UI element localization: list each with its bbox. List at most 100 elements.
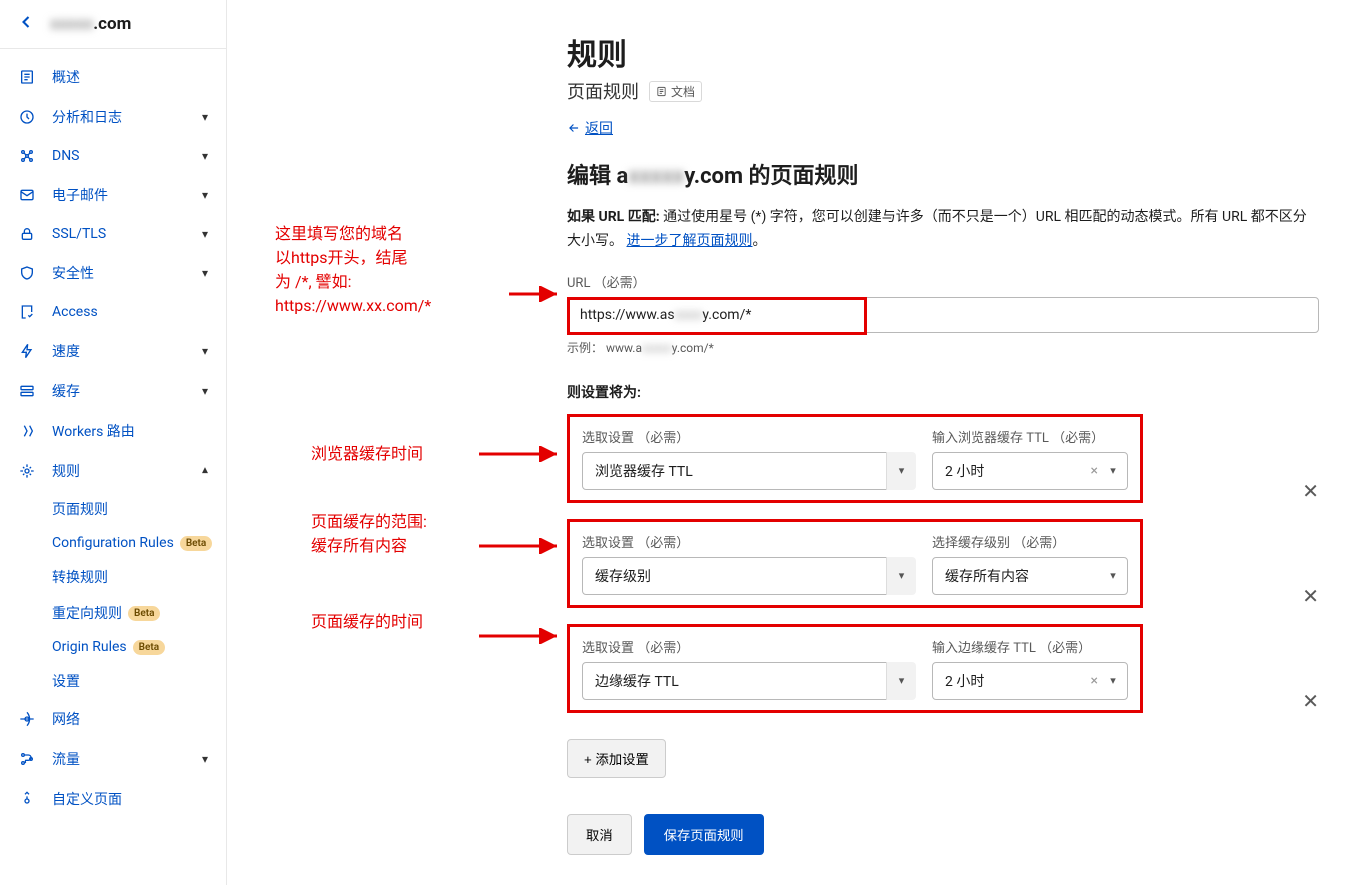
chevron-down-icon[interactable]: ▾ — [886, 452, 916, 490]
workers-icon — [18, 422, 36, 440]
traffic-icon — [18, 750, 36, 768]
chevron-down-icon: ▾ — [202, 384, 208, 398]
bolt-icon — [18, 342, 36, 360]
sidebar-item-network[interactable]: 网络 — [0, 699, 226, 739]
lock-icon — [18, 225, 36, 243]
value-label: 输入浏览器缓存 TTL （必需） — [932, 427, 1128, 446]
chevron-down-icon[interactable]: ▾ — [886, 557, 916, 595]
sidebar-item-dns[interactable]: DNS▾ — [0, 137, 226, 175]
sub-item[interactable]: 设置 — [52, 663, 226, 699]
back-link[interactable]: 返回 — [567, 118, 613, 138]
arrow-icon — [509, 286, 565, 302]
sub-item[interactable]: 转换规则 — [52, 559, 226, 595]
chevron-down-icon: ▾ — [202, 188, 208, 202]
domain-header: xxxxx.com — [0, 0, 226, 49]
chevron-down-icon: ▾ — [202, 344, 208, 358]
nav: 概述分析和日志▾DNS▾电子邮件▾SSL/TLS▾安全性▾Access速度▾缓存… — [0, 49, 226, 827]
chevron-down-icon: ▾ — [202, 464, 208, 478]
pick-label: 选取设置 （必需） — [582, 427, 916, 446]
learn-more-link[interactable]: 进一步了解页面规则 — [626, 233, 752, 249]
sub-item[interactable]: Configuration RulesBeta — [52, 527, 226, 559]
annotation-s2: 页面缓存的范围: 缓存所有内容 — [311, 510, 427, 558]
sidebar-item-custom[interactable]: 自定义页面 — [0, 779, 226, 819]
value-label: 选择缓存级别 （必需） — [932, 532, 1128, 551]
main: 规则 页面规则 文档 返回 编辑 axxxxxy.com 的页面规则 如果 U — [227, 0, 1359, 885]
sub-item[interactable]: 页面规则 — [52, 491, 226, 527]
sidebar-item-label: 缓存 — [52, 381, 80, 401]
sidebar-item-label: SSL/TLS — [52, 226, 106, 242]
url-input[interactable]: https://www.asxxxxy.com/* — [567, 297, 1319, 333]
network-icon — [18, 710, 36, 728]
chevron-down-icon[interactable]: ▾ — [1098, 662, 1128, 700]
sidebar-item-label: 流量 — [52, 749, 80, 769]
email-icon — [18, 186, 36, 204]
overview-icon — [18, 68, 36, 86]
beta-badge: Beta — [128, 606, 160, 621]
url-example: 示例： www.axxxxxy.com/* — [567, 339, 1319, 356]
add-setting-button[interactable]: + 添加设置 — [567, 739, 666, 778]
edit-heading: 编辑 axxxxxy.com 的页面规则 — [567, 158, 1319, 190]
setting-box-0: 选取设置 （必需） 浏览器缓存 TTL ▾ 输入浏览器缓存 TTL （必需） 2… — [567, 414, 1143, 503]
sidebar-item-label: 安全性 — [52, 263, 94, 283]
chevron-down-icon[interactable]: ▾ — [886, 662, 916, 700]
sidebar-item-traffic[interactable]: 流量 ▾ — [0, 739, 226, 779]
setting-box-2: 选取设置 （必需） 边缘缓存 TTL ▾ 输入边缘缓存 TTL （必需） 2 小… — [567, 624, 1143, 713]
sidebar-item-email[interactable]: 电子邮件 ▾ — [0, 175, 226, 215]
pick-select[interactable]: 浏览器缓存 TTL — [582, 452, 914, 490]
sub-item[interactable]: 重定向规则Beta — [52, 595, 226, 631]
help-text: 如果 URL 匹配: 通过使用星号 (*) 字符，您可以创建与许多（而不只是一个… — [567, 206, 1319, 254]
cache-icon — [18, 382, 36, 400]
sidebar-item-cache[interactable]: 缓存 ▾ — [0, 371, 226, 411]
access-icon — [18, 303, 36, 321]
setting-box-1: 选取设置 （必需） 缓存级别 ▾ 选择缓存级别 （必需） 缓存所有内容 ▾ — [567, 519, 1143, 608]
pick-label: 选取设置 （必需） — [582, 532, 916, 551]
arrow-icon — [479, 628, 565, 644]
sidebar-item-label: 电子邮件 — [52, 185, 108, 205]
page-title: 规则 — [567, 30, 1319, 74]
remove-setting-button[interactable]: ✕ — [1302, 584, 1319, 608]
back-icon[interactable] — [16, 12, 36, 36]
page-subtitle: 页面规则 — [567, 78, 639, 104]
sidebar-item-overview[interactable]: 概述 — [0, 57, 226, 97]
sidebar-item-label: Access — [52, 304, 98, 320]
chevron-down-icon[interactable]: ▾ — [1098, 557, 1128, 595]
cancel-button[interactable]: 取消 — [567, 814, 632, 855]
sidebar-item-label: Workers 路由 — [52, 421, 135, 441]
save-button[interactable]: 保存页面规则 — [644, 814, 764, 855]
remove-setting-button[interactable]: ✕ — [1302, 479, 1319, 503]
clear-icon[interactable]: × — [1091, 673, 1098, 689]
remove-setting-button[interactable]: ✕ — [1302, 689, 1319, 713]
chevron-down-icon[interactable]: ▾ — [1098, 452, 1128, 490]
arrow-icon — [479, 538, 565, 554]
sidebar-item-shield[interactable]: 安全性▾ — [0, 253, 226, 293]
sidebar-item-workers[interactable]: Workers 路由 — [0, 411, 226, 451]
then-title: 则设置将为: — [567, 382, 1319, 402]
beta-badge: Beta — [180, 536, 212, 551]
sidebar-item-label: 速度 — [52, 341, 80, 361]
sidebar-item-analytics[interactable]: 分析和日志▾ — [0, 97, 226, 137]
sidebar-item-label: 网络 — [52, 709, 80, 729]
value-label: 输入边缘缓存 TTL （必需） — [932, 637, 1128, 656]
sidebar-item-label: 自定义页面 — [52, 789, 122, 809]
shield-icon — [18, 264, 36, 282]
doc-badge[interactable]: 文档 — [649, 81, 702, 102]
annotation-s1: 浏览器缓存时间 — [311, 442, 423, 466]
sidebar-item-label: DNS — [52, 148, 80, 164]
annotation-s3: 页面缓存的时间 — [311, 610, 423, 634]
sidebar-item-label: 规则 — [52, 461, 80, 481]
sub-item[interactable]: Origin RulesBeta — [52, 631, 226, 663]
custom-icon — [18, 790, 36, 808]
sidebar-item-bolt[interactable]: 速度 ▾ — [0, 331, 226, 371]
sidebar-item-lock[interactable]: SSL/TLS ▾ — [0, 215, 226, 253]
pick-label: 选取设置 （必需） — [582, 637, 916, 656]
sidebar-item-access[interactable]: Access — [0, 293, 226, 331]
annotation-url: 这里填写您的域名 以https开头，结尾 为 /*, 譬如: https://w… — [275, 222, 431, 318]
dns-icon — [18, 147, 36, 165]
pick-select[interactable]: 缓存级别 — [582, 557, 914, 595]
chevron-down-icon: ▾ — [202, 752, 208, 766]
chevron-down-icon: ▾ — [202, 227, 208, 241]
arrow-icon — [479, 446, 565, 462]
clear-icon[interactable]: × — [1091, 463, 1098, 479]
sidebar-item-rules[interactable]: 规则 ▾ — [0, 451, 226, 491]
pick-select[interactable]: 边缘缓存 TTL — [582, 662, 914, 700]
